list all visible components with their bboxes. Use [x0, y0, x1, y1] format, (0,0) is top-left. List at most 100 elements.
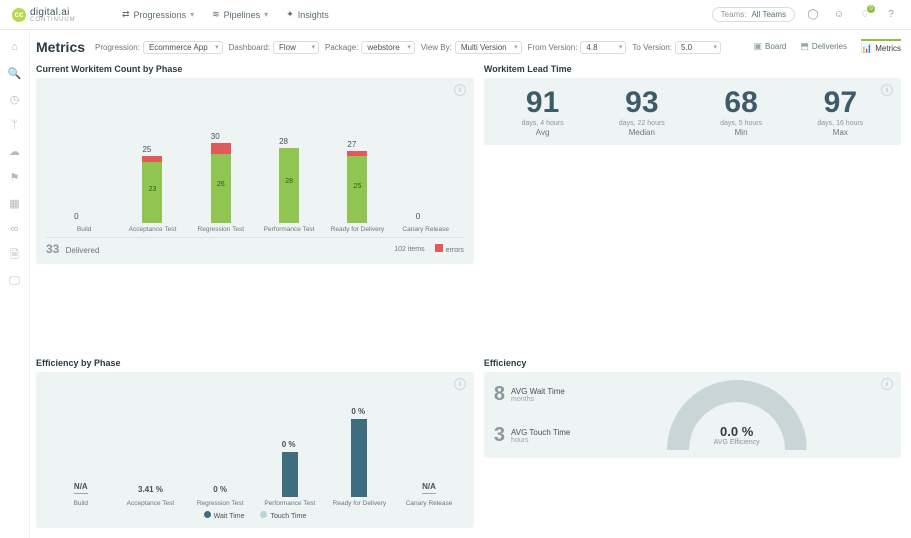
- bar-total-value: 27: [347, 140, 367, 149]
- effbar-category-label: Canary Release: [406, 500, 453, 507]
- spacer: [36, 274, 901, 348]
- help-icon[interactable]: ◯: [805, 7, 821, 23]
- stat-subtext: days, 22 hours: [619, 120, 665, 127]
- tab-board[interactable]: ▣Board: [753, 41, 786, 54]
- legend-errors-label: errors: [446, 247, 464, 254]
- effbar-category-label: Build: [74, 500, 88, 507]
- filter-progression-select[interactable]: Ecommerce App: [143, 41, 223, 54]
- page-title: Metrics: [36, 39, 85, 55]
- workitem-count-card: i 0Build2523Acceptance Test3026Regressio…: [36, 78, 474, 264]
- nav-insights[interactable]: ✦ Insights: [286, 9, 329, 20]
- rail-grid-icon[interactable]: ▦: [8, 196, 22, 210]
- leadtime-section: Workitem Lead Time i 91days, 4 hoursAvg9…: [484, 64, 901, 264]
- bar-green-value: 25: [347, 183, 367, 190]
- bar-category-label: Acceptance Test: [129, 226, 177, 233]
- avg-wait-num: 8: [494, 383, 505, 406]
- bar-green-value: 23: [142, 186, 162, 193]
- pipeline-icon: ≋: [212, 9, 220, 20]
- filter-dashboard: Dashboard: Flow: [229, 41, 319, 54]
- legend-wait-label: Wait Time: [214, 513, 245, 520]
- brand-subtitle: CONTINUUM: [30, 17, 76, 23]
- bar-total-value: 30: [211, 132, 231, 141]
- stat-tag: Max: [817, 128, 863, 137]
- rail-home-icon[interactable]: ⌂: [8, 40, 22, 54]
- efficiency-gauge: 0.0 % AVG Efficiency: [582, 380, 891, 450]
- eff-by-phase-title: Efficiency by Phase: [36, 358, 474, 368]
- delivered-count: 33: [46, 242, 59, 256]
- delivered-summary: 33 Delivered: [46, 242, 99, 256]
- rail-cloud-icon[interactable]: ☁: [8, 144, 22, 158]
- rail-branch-icon[interactable]: ᛘ: [8, 118, 22, 132]
- deliveries-icon: ⬒: [800, 41, 809, 52]
- info-icon[interactable]: i: [454, 378, 466, 390]
- filter-to-version-select[interactable]: 5.0: [675, 41, 721, 54]
- filter-from-version-select[interactable]: 4.8: [580, 41, 626, 54]
- bar-ready-for-delivery: 2725Ready for Delivery: [327, 133, 387, 233]
- rail-monitor-icon[interactable]: 🖵: [8, 274, 22, 288]
- effbar-ready-for-delivery: 0 %Ready for Delivery: [329, 407, 389, 507]
- eff-by-phase-legend: Wait Time Touch Time: [46, 511, 464, 520]
- header-tools: Teams: All Teams ◯ ☺ ♢ 0 ?: [712, 7, 899, 23]
- eff-by-phase-card: i N/ABuild3.41 %Acceptance Test0 %Regres…: [36, 372, 474, 528]
- effbar-regression-test: 0 %Regression Test: [190, 407, 250, 507]
- top-nav: ⇄ Progressions ≋ Pipelines ✦ Insights: [122, 9, 712, 20]
- help2-icon[interactable]: ?: [883, 7, 899, 23]
- filter-package: Package: webstore: [325, 41, 415, 54]
- teams-selector[interactable]: Teams: All Teams: [712, 7, 795, 22]
- info-icon[interactable]: i: [454, 84, 466, 96]
- effbar-canary-release: N/ACanary Release: [399, 407, 459, 507]
- effbar-category-label: Ready for Delivery: [333, 500, 386, 507]
- stat-tag: Min: [720, 128, 762, 137]
- rail-clipboard-icon[interactable]: 🗎: [8, 248, 22, 262]
- rail-clock-icon[interactable]: ◷: [8, 92, 22, 106]
- page-tabs: ▣Board ⬒Deliveries 📊Metrics: [753, 39, 901, 56]
- bar-green-value: 26: [211, 181, 231, 188]
- stat-subtext: days, 4 hours: [522, 120, 564, 127]
- effbar-category-label: Performance Test: [264, 500, 315, 507]
- efficiency-section: Efficiency i 8 AVG Wait Time months: [484, 358, 901, 528]
- user-icon[interactable]: ☺: [831, 7, 847, 23]
- rail-link-icon[interactable]: ∞: [8, 222, 22, 236]
- leadtime-title: Workitem Lead Time: [484, 64, 901, 74]
- filter-dashboard-select[interactable]: Flow: [273, 41, 319, 54]
- leadtime-stat-median: 93days, 22 hoursMedian: [619, 86, 665, 137]
- avg-touch-label: AVG Touch Time: [511, 428, 570, 437]
- teams-value: All Teams: [751, 10, 786, 19]
- effbar-value: 0 %: [282, 440, 298, 449]
- bar-total-value: 25: [142, 145, 162, 154]
- info-icon[interactable]: i: [881, 84, 893, 96]
- nav-pipelines[interactable]: ≋ Pipelines: [212, 9, 268, 20]
- avg-touch-time: 3 AVG Touch Time hours: [494, 424, 570, 447]
- rail-search-icon[interactable]: 🔍: [8, 66, 22, 80]
- filter-viewby: View By: Multi Version: [421, 41, 522, 54]
- workitem-count-chart: 0Build2523Acceptance Test3026Regression …: [46, 86, 464, 233]
- tab-metrics[interactable]: 📊Metrics: [861, 39, 901, 56]
- filter-progression: Progression: Ecommerce App: [95, 41, 223, 54]
- bar-category-label: Build: [77, 226, 91, 233]
- avg-touch-unit: hours: [511, 437, 570, 444]
- workitem-legend: 102 items errors: [394, 244, 464, 254]
- tab-deliveries[interactable]: ⬒Deliveries: [800, 41, 847, 54]
- stat-number: 91: [522, 86, 564, 120]
- tab-deliveries-label: Deliveries: [812, 42, 847, 51]
- stat-tag: Avg: [522, 128, 564, 137]
- stat-subtext: days, 5 hours: [720, 120, 762, 127]
- filter-to-version: To Version: 5.0: [632, 41, 721, 54]
- notification-count: 0: [867, 5, 875, 13]
- stat-number: 97: [817, 86, 863, 120]
- nav-progressions[interactable]: ⇄ Progressions: [122, 9, 194, 20]
- effbar-value: N/A: [74, 482, 88, 494]
- bar-acceptance-test: 25 23 Acceptance Test: [122, 133, 182, 233]
- efficiency-card: i 8 AVG Wait Time months 3: [484, 372, 901, 458]
- bell-icon[interactable]: ♢ 0: [857, 7, 873, 23]
- leadtime-stat-avg: 91days, 4 hoursAvg: [522, 86, 564, 137]
- filter-package-select[interactable]: webstore: [361, 41, 414, 54]
- filter-dashboard-label: Dashboard:: [229, 43, 270, 52]
- filter-viewby-select[interactable]: Multi Version: [455, 41, 522, 54]
- rail-flag-icon[interactable]: ⚑: [8, 170, 22, 184]
- global-header: cc digital.ai CONTINUUM ⇄ Progressions ≋…: [0, 0, 911, 30]
- legend-items-count: 102: [394, 246, 406, 253]
- info-icon[interactable]: i: [881, 378, 893, 390]
- effbar-value: 0 %: [213, 485, 227, 494]
- page-header: Metrics Progression: Ecommerce App Dashb…: [36, 30, 901, 64]
